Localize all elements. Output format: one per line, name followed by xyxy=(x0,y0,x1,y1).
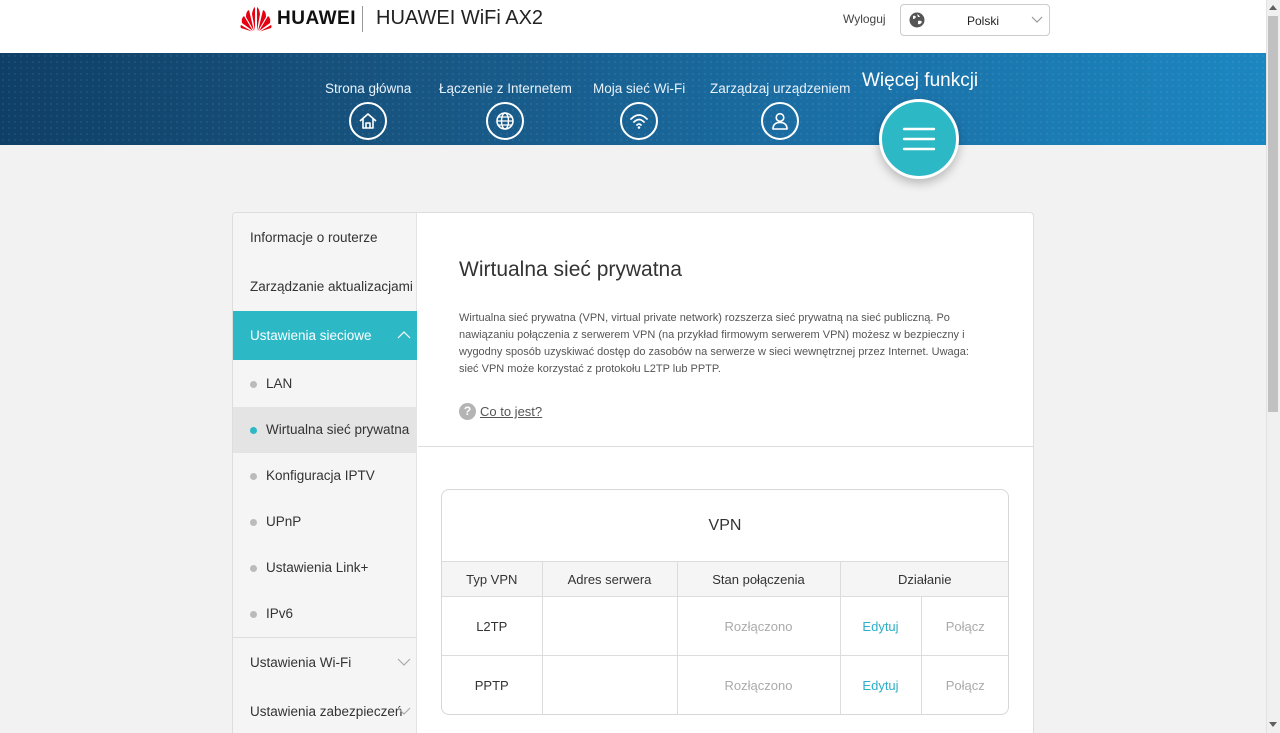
sidebar-subitem-label: LAN xyxy=(266,376,293,391)
vpn-type-cell: L2TP xyxy=(442,596,543,656)
chevron-up-icon xyxy=(397,331,411,339)
huawei-flower-icon xyxy=(240,7,272,32)
server-address-cell xyxy=(541,655,678,714)
column-header: Adres serwera xyxy=(541,561,678,597)
bullet-icon xyxy=(250,427,257,434)
connection-status-cell: Rozłączono xyxy=(676,596,841,656)
nav-internet-label: Łączenie z Internetem xyxy=(439,81,572,96)
sidebar-subitem-link-plus[interactable]: Ustawienia Link+ xyxy=(233,545,417,591)
sidebar-item-label: Zarządzanie aktualizacjami xyxy=(250,279,413,294)
help-link[interactable]: ? Co to jest? xyxy=(459,403,542,420)
vpn-card: VPN Typ VPN Adres serwera Stan połączeni… xyxy=(441,489,1009,715)
chevron-down-icon xyxy=(397,707,411,715)
product-name: HUAWEI WiFi AX2 xyxy=(376,7,544,29)
edit-button[interactable]: Edytuj xyxy=(839,596,922,656)
sidebar-subitem-label: Konfiguracja IPTV xyxy=(266,468,375,483)
page-title: Wirtualna sieć prywatna xyxy=(459,258,682,281)
table-row: L2TP Rozłączono Edytuj Połącz xyxy=(442,596,1008,656)
server-address-cell xyxy=(541,596,678,656)
logout-link[interactable]: Wyloguj xyxy=(843,12,886,26)
sidebar-item-wifi-settings[interactable]: Ustawienia Wi-Fi xyxy=(233,638,417,687)
chevron-down-icon xyxy=(397,658,411,666)
table-header-row: Typ VPN Adres serwera Stan połączenia Dz… xyxy=(442,561,1008,597)
page-description: Wirtualna sieć prywatna (VPN, virtual pr… xyxy=(459,312,969,375)
nav-wifi-label: Moja sieć Wi-Fi xyxy=(593,81,686,96)
bullet-icon xyxy=(250,611,257,618)
scrollbar-thumb[interactable] xyxy=(1268,16,1278,412)
wifi-icon xyxy=(620,102,659,140)
sidebar-subitem-ipv6[interactable]: IPv6 xyxy=(233,591,417,637)
column-header: Typ VPN xyxy=(442,561,543,597)
main-panel: Informacje o routerze Zarządzanie aktual… xyxy=(232,212,1034,733)
vpn-table: Typ VPN Adres serwera Stan połączenia Dz… xyxy=(442,561,1008,714)
nav-device-label: Zarządzaj urządzeniem xyxy=(710,81,851,96)
logo-divider xyxy=(362,6,363,32)
menu-icon xyxy=(902,127,936,151)
connection-status-cell: Rozłączono xyxy=(676,655,841,714)
bullet-icon xyxy=(250,473,257,480)
home-icon xyxy=(349,102,388,140)
sidebar-item-label: Informacje o routerze xyxy=(250,230,378,245)
nav-more-label[interactable]: Więcej funkcji xyxy=(862,70,978,92)
bullet-icon xyxy=(250,565,257,572)
sidebar-subitem-lan[interactable]: LAN xyxy=(233,361,417,407)
sidebar-subitem-upnp[interactable]: UPnP xyxy=(233,499,417,545)
nav-device[interactable]: Zarządzaj urządzeniem xyxy=(710,81,850,140)
sidebar-item-updates[interactable]: Zarządzanie aktualizacjami xyxy=(233,262,417,311)
brand-name: HUAWEI xyxy=(277,8,356,29)
sidebar-item-security-settings[interactable]: Ustawienia zabezpieczeń xyxy=(233,687,417,733)
globe-icon xyxy=(486,102,525,140)
sidebar-item-router-info[interactable]: Informacje o routerze xyxy=(233,213,417,262)
nav-home[interactable]: Strona główna xyxy=(325,81,411,140)
sidebar: Informacje o routerze Zarządzanie aktual… xyxy=(233,213,417,733)
vpn-card-title: VPN xyxy=(708,517,742,534)
bullet-icon xyxy=(250,519,257,526)
connect-button[interactable]: Połącz xyxy=(920,596,1008,656)
language-value: Polski xyxy=(967,14,1000,28)
nav-more-button[interactable] xyxy=(879,99,959,179)
sidebar-subitem-iptv[interactable]: Konfiguracja IPTV xyxy=(233,453,417,499)
content-area: Wirtualna sieć prywatna Wirtualna sieć p… xyxy=(418,213,1033,733)
sidebar-item-label: Ustawienia Wi-Fi xyxy=(250,655,352,670)
vpn-type-cell: PPTP xyxy=(442,655,543,714)
help-icon: ? xyxy=(459,403,476,420)
sidebar-subitem-label: Wirtualna sieć prywatna xyxy=(266,422,410,437)
scroll-down-arrow-icon[interactable] xyxy=(1269,722,1277,727)
sidebar-item-network-settings[interactable]: Ustawienia sieciowe xyxy=(233,311,417,360)
sidebar-subitem-label: Ustawienia Link+ xyxy=(266,560,369,575)
sidebar-item-label: Ustawienia zabezpieczeń xyxy=(250,704,403,719)
chevron-down-icon xyxy=(1031,16,1043,23)
sidebar-item-label: Ustawienia sieciowe xyxy=(250,328,372,343)
nav-home-label: Strona główna xyxy=(325,81,412,96)
sidebar-subitem-vpn[interactable]: Wirtualna sieć prywatna xyxy=(233,407,417,453)
bullet-icon xyxy=(250,381,257,388)
column-header: Działanie xyxy=(839,561,1008,597)
column-header: Stan połączenia xyxy=(676,561,841,597)
scroll-up-arrow-icon[interactable] xyxy=(1269,5,1277,10)
sidebar-subitem-label: UPnP xyxy=(266,514,302,529)
nav-wifi[interactable]: Moja sieć Wi-Fi xyxy=(593,81,685,140)
help-link-label: Co to jest? xyxy=(480,404,543,419)
sidebar-subitem-label: IPv6 xyxy=(266,606,294,621)
language-select[interactable]: Polski xyxy=(900,4,1050,36)
edit-button[interactable]: Edytuj xyxy=(839,655,922,714)
nav-banner: Strona główna Łączenie z Internetem Moja… xyxy=(0,53,1266,145)
top-header: HUAWEI HUAWEI WiFi AX2 Wyloguj Polski xyxy=(0,0,1266,53)
globe-icon xyxy=(909,12,925,28)
table-row: PPTP Rozłączono Edytuj Połącz xyxy=(442,655,1008,714)
nav-internet[interactable]: Łączenie z Internetem xyxy=(439,81,572,140)
user-icon xyxy=(761,102,800,140)
huawei-logo: HUAWEI xyxy=(240,6,356,32)
connect-button[interactable]: Połącz xyxy=(920,655,1008,714)
content-divider xyxy=(418,446,1033,447)
